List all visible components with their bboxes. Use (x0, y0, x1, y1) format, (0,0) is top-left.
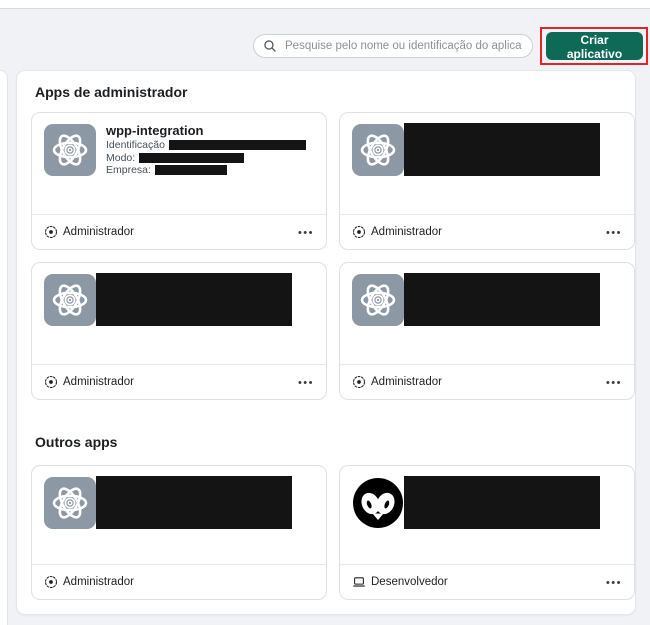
create-app-button[interactable]: Criar aplicativo (546, 32, 643, 60)
other-apps-row: Administrador Desenvolvedor ••• (31, 465, 635, 600)
section-title-other-apps: Outros apps (35, 434, 117, 450)
more-menu-icon[interactable]: ••• (606, 226, 622, 239)
card-footer: Administrador ••• (32, 364, 326, 399)
app-card-wpp-integration[interactable]: wpp-integration Identificação Modo: Empr… (31, 112, 327, 250)
redacted-app-info (96, 273, 292, 326)
role-label: Administrador (63, 226, 134, 238)
admin-badge-icon (352, 375, 366, 389)
redacted-app-company (155, 165, 227, 175)
search-input[interactable] (283, 39, 524, 53)
apps-panel: Apps de administrador wpp-integration Id… (16, 70, 636, 615)
card-footer: Administrador ••• (340, 214, 634, 249)
admin-badge-icon (352, 225, 366, 239)
default-app-icon (352, 274, 404, 326)
app-mode-label: Modo: (106, 152, 135, 164)
owl-avatar-icon (352, 477, 404, 529)
role-label: Desenvolvedor (371, 576, 448, 588)
more-menu-icon[interactable]: ••• (606, 576, 622, 589)
app-company-label: Empresa: (106, 164, 151, 176)
default-app-icon (352, 124, 404, 176)
admin-badge-icon (44, 375, 58, 389)
admin-badge-icon (44, 575, 58, 589)
app-card-redacted[interactable]: Administrador ••• (339, 112, 635, 250)
more-menu-icon[interactable]: ••• (298, 226, 314, 239)
card-footer: Administrador ••• (32, 214, 326, 249)
app-dashboard-page: Criar aplicativo Apps de administrador w… (0, 0, 650, 625)
card-footer: Desenvolvedor ••• (340, 564, 634, 599)
role-label: Administrador (63, 576, 134, 588)
app-card-redacted[interactable]: Administrador ••• (31, 262, 327, 400)
redacted-app-id (169, 140, 306, 150)
app-card-redacted[interactable]: Administrador ••• (339, 262, 635, 400)
card-footer: Administrador (32, 564, 326, 599)
role-label: Administrador (371, 226, 442, 238)
app-card-redacted-developer[interactable]: Desenvolvedor ••• (339, 465, 635, 600)
redacted-app-info (96, 476, 292, 529)
card-footer: Administrador ••• (340, 364, 634, 399)
redacted-app-mode (139, 153, 244, 163)
app-search-box[interactable] (253, 34, 533, 58)
app-id-label: Identificação (106, 139, 165, 151)
redacted-app-info (404, 123, 600, 176)
laptop-icon (352, 575, 366, 589)
more-menu-icon[interactable]: ••• (606, 376, 622, 389)
role-label: Administrador (63, 376, 134, 388)
admin-apps-row-1: wpp-integration Identificação Modo: Empr… (31, 112, 635, 250)
admin-apps-row-2: Administrador ••• Administrador ••• (31, 262, 635, 400)
default-app-icon (44, 274, 96, 326)
left-panel-edge (0, 70, 8, 625)
redacted-app-info (404, 476, 600, 529)
section-title-admin-apps: Apps de administrador (35, 84, 187, 100)
redacted-app-info (404, 273, 600, 326)
default-app-icon (44, 477, 96, 529)
role-label: Administrador (371, 376, 442, 388)
search-icon (263, 39, 277, 53)
top-navbar-edge (0, 0, 650, 9)
app-details: Identificação Modo: Empresa: (106, 139, 306, 177)
app-card-redacted[interactable]: Administrador (31, 465, 327, 600)
app-name: wpp-integration (106, 123, 204, 138)
admin-badge-icon (44, 225, 58, 239)
more-menu-icon[interactable]: ••• (298, 376, 314, 389)
default-app-icon (44, 124, 96, 176)
